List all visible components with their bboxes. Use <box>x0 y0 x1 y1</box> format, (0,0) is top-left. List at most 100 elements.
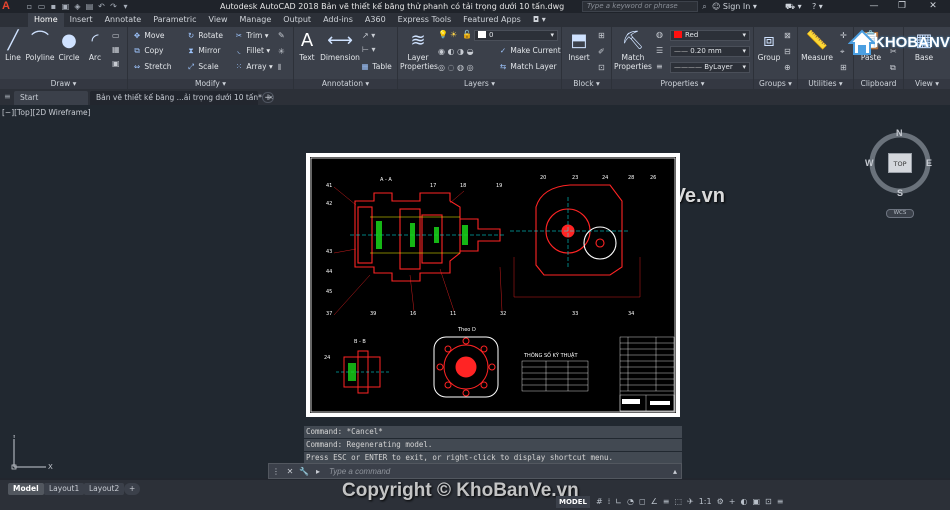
otrack-icon[interactable]: ∠ <box>651 496 658 508</box>
quick-select-icon[interactable]: ⌖ <box>840 47 845 57</box>
annotation-scale[interactable]: 1:1 <box>699 496 712 508</box>
new-file-icon[interactable]: ▫ <box>25 2 34 11</box>
tab-output[interactable]: Output <box>277 13 317 27</box>
make-current-button[interactable]: ✓ Make Current <box>498 45 561 56</box>
block-attribute-icon[interactable]: ⊡ <box>598 63 605 72</box>
ungroup-icon[interactable]: ⊠ <box>784 31 791 40</box>
command-recent-icon[interactable]: ▸ <box>311 467 325 476</box>
command-input[interactable]: Type a command <box>329 467 390 476</box>
compass-east[interactable]: E <box>926 158 932 168</box>
save-icon[interactable]: ▪ <box>49 2 58 11</box>
store-icon[interactable]: ⛟ ▾ <box>785 0 802 13</box>
scale-button[interactable]: ⤢ Scale <box>186 61 219 72</box>
group-select-icon[interactable]: ⊕ <box>784 63 791 72</box>
viewcube[interactable]: N S E W TOP WCS <box>864 125 936 221</box>
clipboard-panel-title[interactable]: Clipboard <box>854 79 903 89</box>
search-input[interactable]: Type a keyword or phrase <box>582 1 698 12</box>
erase-icon[interactable]: ✎ <box>278 31 285 40</box>
text-button[interactable]: A Text <box>296 29 318 62</box>
copy-button[interactable]: ⧉ Copy <box>132 45 163 56</box>
match-properties-button[interactable]: ⛏ Match Properties <box>614 29 652 71</box>
osnap-icon[interactable]: ◻ <box>639 496 646 508</box>
autocad-logo-icon[interactable]: A <box>2 0 22 13</box>
group-edit-icon[interactable]: ⊟ <box>784 47 791 56</box>
view-panel-title[interactable]: View ▾ <box>904 79 950 89</box>
tab-manage[interactable]: Manage <box>234 13 278 27</box>
edit-block-icon[interactable]: ✐ <box>598 47 605 56</box>
grid-icon[interactable]: # <box>596 496 603 508</box>
id-point-icon[interactable]: ✛ <box>840 31 847 40</box>
layers-panel-title[interactable]: Layers ▾ <box>398 79 561 89</box>
layer-properties-button[interactable]: ≋ Layer Properties <box>400 29 438 71</box>
share-icon[interactable]: ◈ <box>73 2 82 11</box>
command-line[interactable]: ⋮ ✕ 🔧 ▸ Type a command ▴ <box>268 463 682 479</box>
layer-tools-icon[interactable]: ◎ ◌ ◍ ◎ <box>438 63 474 72</box>
drawing-viewport[interactable]: [−][Top][2D Wireframe] KHOBANVE KhoBanVe… <box>0 29 950 478</box>
polyline-button[interactable]: ⌒ Polyline <box>25 29 55 62</box>
new-tab-button[interactable]: + <box>262 92 274 103</box>
dimension-button[interactable]: ⟷ Dimension <box>320 29 360 62</box>
insert-button[interactable]: ⬒ Insert <box>564 29 594 62</box>
isolate-objects-icon[interactable]: ◐ <box>740 496 747 508</box>
layer-lock-icon[interactable]: 🔓 <box>462 30 472 39</box>
utilities-panel-title[interactable]: Utilities ▾ <box>798 79 853 89</box>
draw-panel-title[interactable]: Draw ▾ <box>0 79 127 89</box>
linetype-dropdown[interactable]: ———— ByLayer ▾ <box>670 62 750 73</box>
array-button[interactable]: ⁙ Array ▾ <box>234 61 273 72</box>
measure-button[interactable]: 📏 Measure <box>800 29 834 62</box>
tab-a360[interactable]: A360 <box>359 13 392 27</box>
clean-screen-icon[interactable]: ⊡ <box>765 496 772 508</box>
fillet-button[interactable]: ◟ Fillet ▾ <box>234 45 271 56</box>
command-close-icon[interactable]: ✕ <box>283 467 297 476</box>
drawing-tab[interactable]: Bản vẽ thiết kế băng ...ải trọng dưới 10… <box>90 91 274 105</box>
tab-parametric[interactable]: Parametric <box>147 13 202 27</box>
binoculars-icon[interactable]: ⌕ <box>700 0 709 13</box>
tab-view[interactable]: View <box>203 13 234 27</box>
match-layer-button[interactable]: ⇆ Match Layer <box>498 61 557 72</box>
qat-dropdown-icon[interactable]: ▾ <box>121 2 130 11</box>
compass-west[interactable]: W <box>865 158 874 168</box>
layer-freeze-icon[interactable]: ☀ <box>450 30 457 39</box>
calculator-icon[interactable]: ⊞ <box>840 63 847 72</box>
command-grip-icon[interactable]: ⋮ <box>269 467 283 476</box>
redo-icon[interactable]: ↷ <box>109 2 118 11</box>
leader-icon[interactable]: ↗ ▾ <box>362 31 375 40</box>
wcs-menu[interactable]: WCS <box>886 209 914 218</box>
copy-clip-icon[interactable]: ⧉ <box>890 63 896 73</box>
open-file-icon[interactable]: ▭ <box>37 2 46 11</box>
tab-express-tools[interactable]: Express Tools <box>392 13 458 27</box>
table-button[interactable]: ▦ Table <box>360 61 391 72</box>
workspace-gear-icon[interactable]: ⚙ <box>717 496 724 508</box>
layout1-tab[interactable]: Layout1 <box>44 483 85 495</box>
save-as-icon[interactable]: ▣ <box>61 2 70 11</box>
explode-icon[interactable]: ✳ <box>278 47 285 56</box>
viewport-controls[interactable]: [−][Top][2D Wireframe] <box>2 108 91 117</box>
tab-add-ins[interactable]: Add-ins <box>317 13 359 27</box>
group-button[interactable]: ⧈ Group <box>756 29 782 62</box>
hardware-acceleration-icon[interactable]: ▣ <box>752 496 760 508</box>
annotation-panel-title[interactable]: Annotation ▾ <box>294 79 397 89</box>
customize-menu-icon[interactable]: ≡ <box>777 496 784 508</box>
ortho-icon[interactable]: ∟ <box>615 496 622 508</box>
block-panel-title[interactable]: Block ▾ <box>562 79 611 89</box>
snap-icon[interactable]: ⁞ <box>608 496 611 508</box>
compass-south[interactable]: S <box>897 188 903 198</box>
command-customize-icon[interactable]: 🔧 <box>297 467 311 476</box>
move-button[interactable]: ✥ Move <box>132 30 165 41</box>
properties-panel-title[interactable]: Properties ▾ <box>612 79 753 89</box>
plus-icon[interactable]: + <box>729 496 736 508</box>
tab-home[interactable]: Home <box>28 13 64 27</box>
start-tab[interactable]: Start <box>14 91 88 105</box>
arc-button[interactable]: ◜ Arc <box>84 29 106 62</box>
rectangle-icon[interactable]: ▭ <box>112 31 120 40</box>
modify-panel-title[interactable]: Modify ▾ <box>128 79 293 89</box>
model-space-button[interactable]: MODEL <box>556 496 590 508</box>
layer-isolate-icon[interactable]: ◉ ◐ ◑ ◒ <box>438 47 474 56</box>
stretch-button[interactable]: ⇔ Stretch <box>132 61 172 72</box>
annotation-visibility-icon[interactable]: ✈ <box>687 496 694 508</box>
maximize-button[interactable]: ❐ <box>888 0 916 13</box>
close-button[interactable]: ✕ <box>916 0 950 13</box>
compass-north[interactable]: N <box>896 128 903 138</box>
rotate-button[interactable]: ↻ Rotate <box>186 30 223 41</box>
minimize-button[interactable]: — <box>860 0 888 13</box>
